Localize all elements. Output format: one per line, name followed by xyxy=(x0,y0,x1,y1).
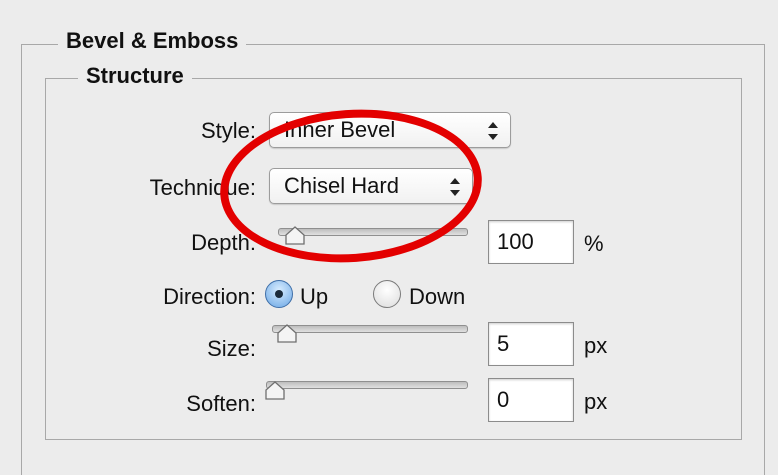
slider-thumb-icon[interactable] xyxy=(264,381,286,401)
soften-label: Soften: xyxy=(186,391,256,416)
direction-up-radio[interactable] xyxy=(265,280,293,308)
size-unit: px xyxy=(584,333,608,358)
size-slider-track[interactable] xyxy=(272,325,468,333)
slider-thumb-icon[interactable] xyxy=(276,324,298,344)
depth-field[interactable]: 100 xyxy=(488,220,574,264)
direction-up-label: Up xyxy=(300,284,329,309)
direction-down-radio[interactable] xyxy=(373,280,401,308)
depth-label: Depth: xyxy=(191,230,256,255)
size-field[interactable]: 5 xyxy=(488,322,574,366)
direction-down-label: Down xyxy=(409,284,466,309)
soften-field[interactable]: 0 xyxy=(488,378,574,422)
soften-slider-track[interactable] xyxy=(266,381,468,389)
up-down-arrows-icon xyxy=(488,121,498,141)
soften-unit: px xyxy=(584,389,608,414)
direction-label: Direction: xyxy=(163,284,256,309)
depth-unit: % xyxy=(584,231,604,256)
size-label: Size: xyxy=(207,336,256,361)
bevel-emboss-title: Bevel & Emboss xyxy=(58,28,247,54)
style-label: Style: xyxy=(200,118,256,143)
structure-title: Structure xyxy=(78,63,192,89)
